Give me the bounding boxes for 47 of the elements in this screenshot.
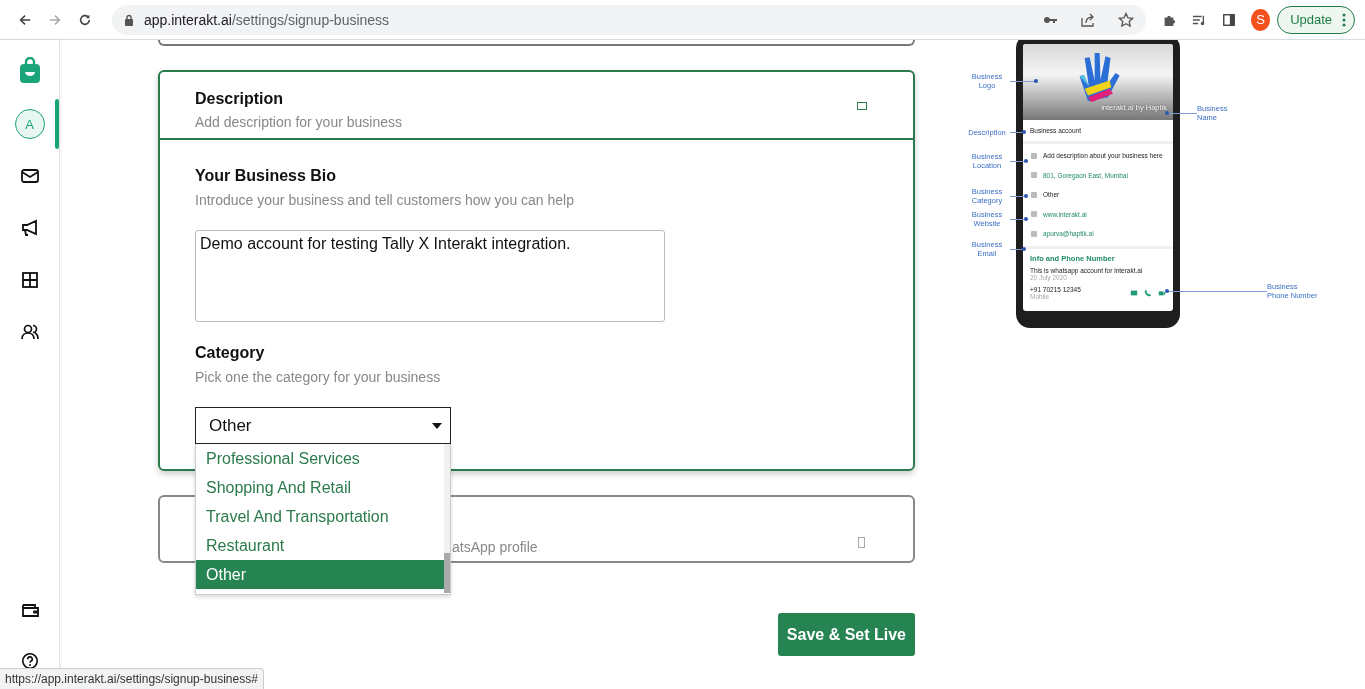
scrollbar[interactable]	[444, 444, 450, 593]
dropdown-option[interactable]: Travel And Transportation	[196, 502, 444, 531]
field-label: Your Business Bio	[195, 167, 338, 185]
leader-line	[1010, 160, 1026, 162]
expand-toggle-icon[interactable]	[858, 537, 865, 548]
megaphone-icon[interactable]	[19, 218, 40, 238]
video-icon	[1158, 288, 1166, 297]
dropdown-option[interactable]: Other	[196, 560, 444, 589]
leader-line	[1167, 112, 1197, 114]
star-icon[interactable]	[1117, 11, 1134, 28]
category-dropdown[interactable]: Other	[195, 407, 451, 444]
lock-icon	[123, 13, 134, 26]
shopping-bag-logo-icon[interactable]	[18, 57, 41, 83]
share-icon[interactable]	[1079, 11, 1096, 28]
leader-line	[1010, 248, 1024, 250]
business-bio-field[interactable]: Demo account for testing Tally X Interakt integration.	[195, 230, 665, 322]
update-button[interactable]: Update	[1277, 5, 1356, 34]
caret-icon	[432, 422, 442, 429]
leader-line	[1010, 80, 1036, 82]
status-url: https://app.interakt.ai/settings/signup-business#	[0, 668, 264, 689]
card-subtitle: atsApp profile	[452, 539, 538, 555]
people-icon[interactable]	[19, 322, 40, 342]
card-subtitle: Add description for your business	[195, 114, 402, 130]
dropdown-option[interactable]: Restaurant	[196, 531, 444, 560]
url-text: app.interakt.ai/settings/signup-business	[143, 11, 391, 28]
field-hint: Pick one the category for your business	[195, 369, 442, 385]
chat-icon	[1130, 288, 1138, 297]
card-title: Description	[195, 90, 284, 108]
mail-icon[interactable]	[19, 166, 40, 186]
leader-line	[1010, 218, 1026, 220]
address-bar[interactable]: app.interakt.ai/settings/signup-business	[111, 4, 1146, 35]
save-button[interactable]: Save & Set Live	[777, 613, 915, 656]
profile-avatar[interactable]: S	[1250, 8, 1271, 31]
side-panel-icon[interactable]	[1221, 11, 1236, 28]
field-label: Category	[195, 344, 266, 362]
dropdown-option[interactable]: Shopping And Retail	[196, 473, 444, 502]
account-avatar[interactable]: A	[14, 109, 45, 139]
leader-line	[1010, 195, 1026, 197]
collapse-toggle-icon[interactable]	[857, 102, 867, 110]
more-icon	[1342, 12, 1347, 27]
active-indicator	[55, 99, 59, 149]
leader-line	[1010, 132, 1024, 133]
grid-icon[interactable]	[19, 270, 40, 290]
dropdown-option[interactable]: Professional Services	[196, 444, 444, 473]
field-hint: Introduce your business and tell customers how you can help	[195, 192, 575, 208]
phone-icon	[1144, 288, 1152, 297]
help-icon[interactable]	[20, 652, 39, 670]
